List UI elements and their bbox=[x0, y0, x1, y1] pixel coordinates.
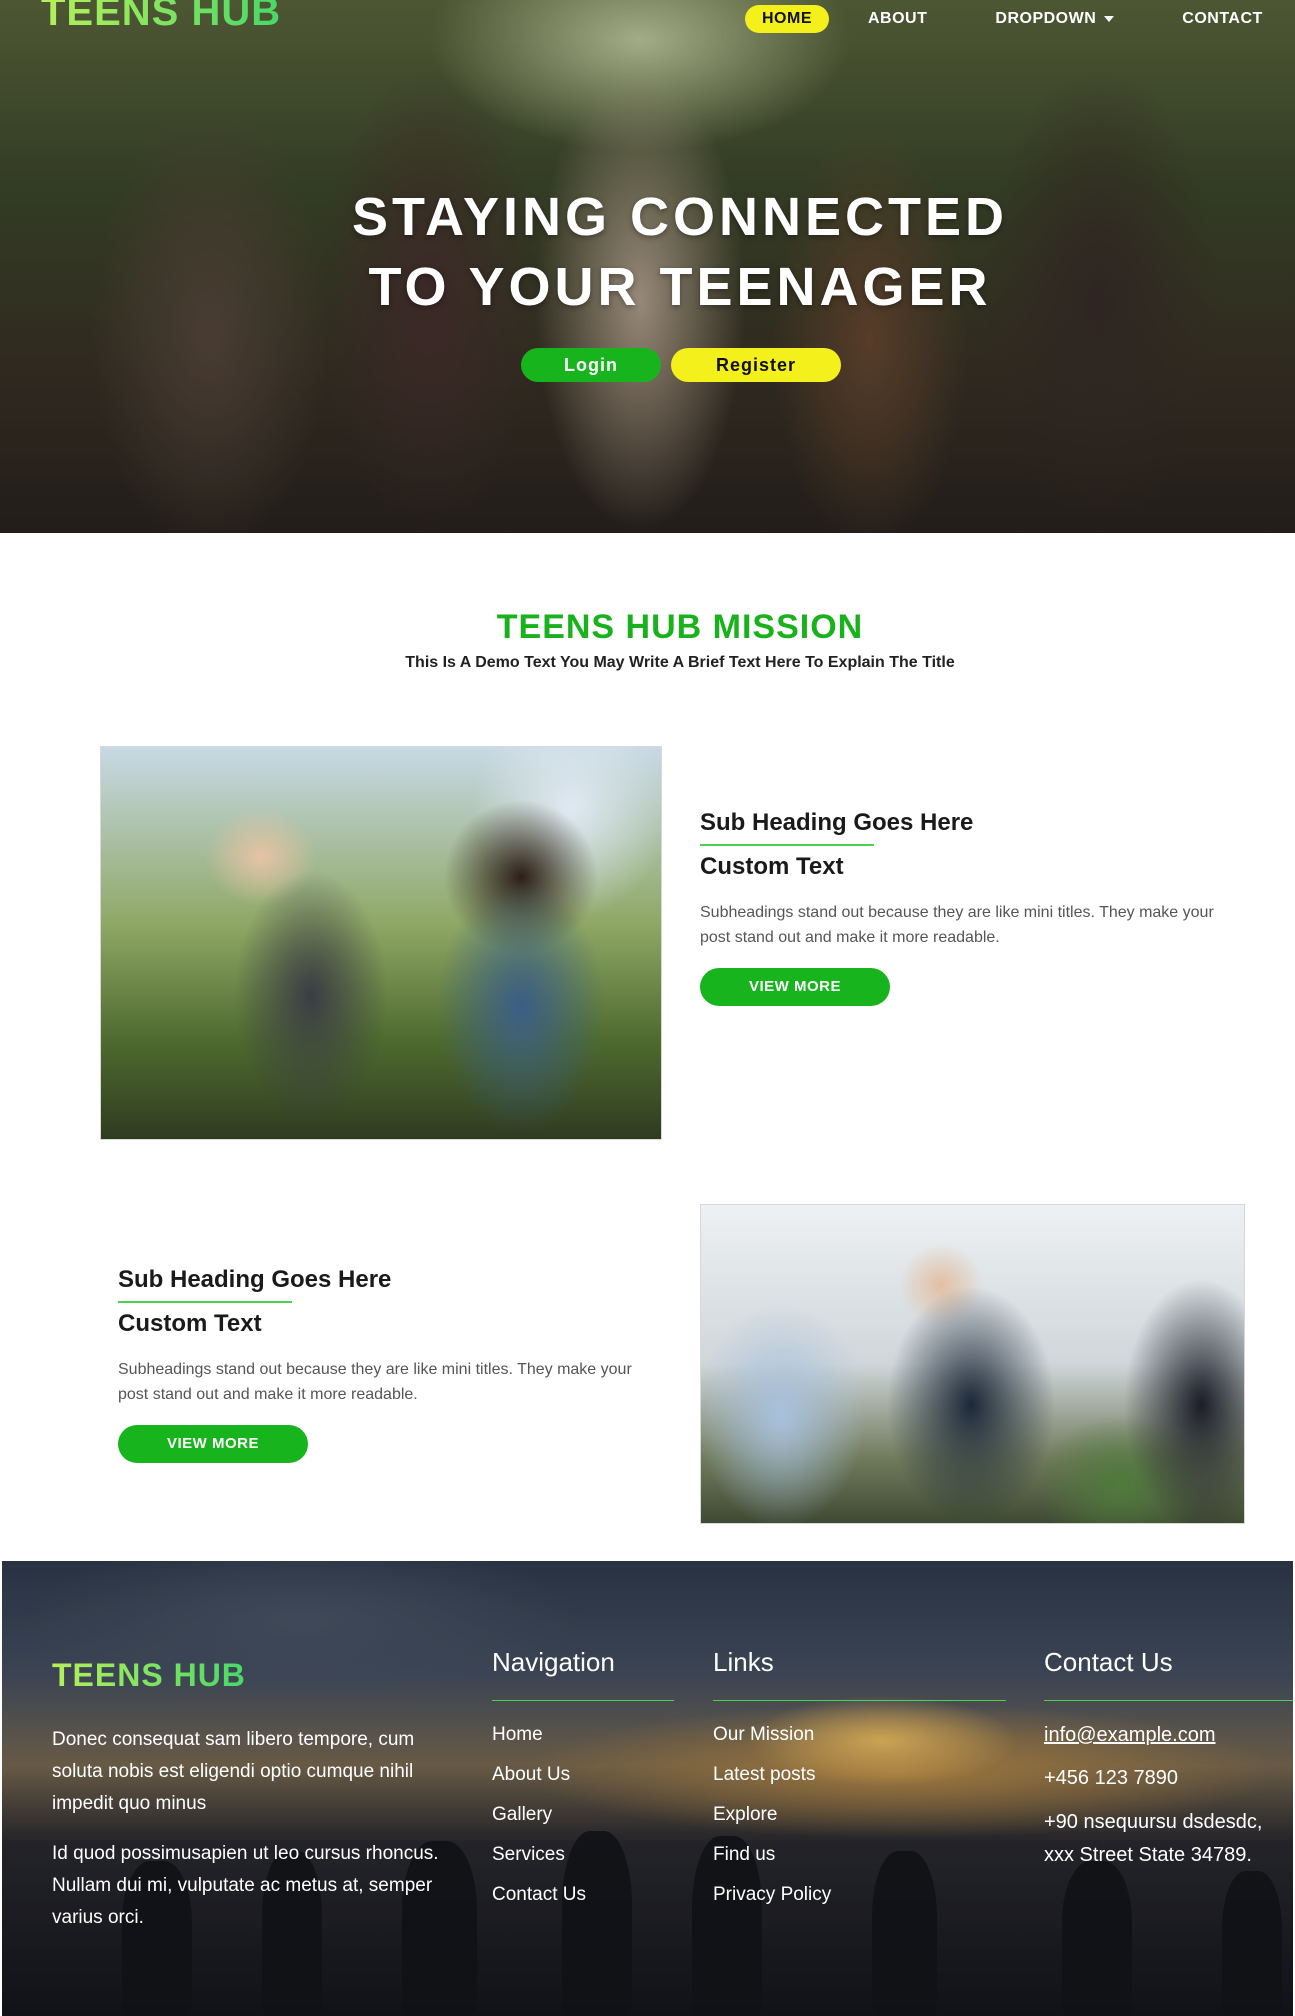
feature-sub-heading: Sub Heading Goes Here bbox=[700, 809, 974, 836]
footer-paragraph-1: Donec consequat sam libero tempore, cum … bbox=[52, 1729, 415, 1814]
main-nav: HOME ABOUT DROPDOWN CONTACT bbox=[745, 5, 1280, 33]
contact-address-line2: xxx Street State 34789. bbox=[1044, 1844, 1252, 1866]
feature-description: Subheadings stand out because they are l… bbox=[118, 1361, 632, 1403]
footer-paragraph-2: Id quod possimusapien ut leo cursus rhon… bbox=[52, 1843, 439, 1928]
nav-contact[interactable]: CONTACT bbox=[1165, 5, 1280, 33]
silhouette-figure bbox=[1062, 1861, 1132, 2016]
feature-block-1: Sub Heading Goes Here Custom Text Subhea… bbox=[700, 806, 1260, 1006]
footer-link-about-us[interactable]: About Us bbox=[492, 1755, 586, 1795]
hero-title-line2: TO YOUR TEENAGER bbox=[368, 257, 992, 317]
footer-links-title: Links bbox=[713, 1647, 774, 1677]
teens-handshake-photo bbox=[700, 1204, 1245, 1524]
mission-subtitle: This Is A Demo Text You May Write A Brie… bbox=[405, 654, 955, 671]
footer-links-list: Our Mission Latest posts Explore Find us… bbox=[713, 1715, 831, 1915]
hero-title-line1: STAYING CONNECTED bbox=[351, 187, 1009, 247]
feature-description: Subheadings stand out because they are l… bbox=[700, 904, 1214, 946]
footer-navigation-divider bbox=[492, 1700, 674, 1701]
footer-link-contact-us[interactable]: Contact Us bbox=[492, 1875, 586, 1915]
footer-contact-divider bbox=[1044, 1700, 1293, 1701]
site-logo[interactable]: TEENS HUB bbox=[41, 0, 281, 32]
nav-about[interactable]: ABOUT bbox=[851, 5, 944, 33]
silhouette-figure bbox=[1222, 1871, 1282, 2016]
silhouette-figure bbox=[872, 1851, 937, 2016]
footer-navigation-list: Home About Us Gallery Services Contact U… bbox=[492, 1715, 586, 1915]
feature-custom-text: Custom Text bbox=[700, 853, 844, 880]
footer-link-latest-posts[interactable]: Latest posts bbox=[713, 1755, 831, 1795]
hero-section: TEENS HUB HOME ABOUT DROPDOWN CONTACT ST… bbox=[0, 0, 1295, 533]
site-footer: TEENS HUB Donec consequat sam libero tem… bbox=[2, 1561, 1293, 2016]
contact-email-link[interactable]: info@example.com bbox=[1044, 1724, 1215, 1747]
footer-link-gallery[interactable]: Gallery bbox=[492, 1795, 586, 1835]
feature-sub-heading: Sub Heading Goes Here bbox=[118, 1266, 392, 1293]
feature-block-2: Sub Heading Goes Here Custom Text Subhea… bbox=[118, 1263, 678, 1463]
contact-address-line1: +90 nsequursu dsdesdc, bbox=[1044, 1811, 1263, 1833]
nav-home[interactable]: HOME bbox=[745, 5, 829, 33]
view-more-button[interactable]: VIEW MORE bbox=[700, 968, 890, 1006]
hero-title: STAYING CONNECTED TO YOUR TEENAGER bbox=[0, 182, 1295, 322]
view-more-button[interactable]: VIEW MORE bbox=[118, 1425, 308, 1463]
footer-link-privacy-policy[interactable]: Privacy Policy bbox=[713, 1875, 831, 1915]
footer-link-explore[interactable]: Explore bbox=[713, 1795, 831, 1835]
caret-down-icon bbox=[1104, 15, 1115, 22]
heading-underline bbox=[118, 1301, 292, 1303]
login-button[interactable]: Login bbox=[521, 348, 661, 382]
footer-link-services[interactable]: Services bbox=[492, 1835, 586, 1875]
footer-link-home[interactable]: Home bbox=[492, 1715, 586, 1755]
footer-navigation-title: Navigation bbox=[492, 1647, 615, 1677]
nav-dropdown[interactable]: DROPDOWN bbox=[978, 5, 1131, 33]
teens-laughing-photo bbox=[100, 746, 662, 1140]
contact-phone: +456 123 7890 bbox=[1044, 1767, 1179, 1789]
mission-title: TEENS HUB MISSION bbox=[496, 608, 864, 646]
register-button[interactable]: Register bbox=[671, 348, 841, 382]
hero-buttons: Login Register bbox=[521, 348, 841, 382]
footer-links-divider bbox=[713, 1700, 1006, 1701]
footer-link-our-mission[interactable]: Our Mission bbox=[713, 1715, 831, 1755]
footer-contact-title: Contact Us bbox=[1044, 1647, 1173, 1677]
footer-logo[interactable]: TEENS HUB bbox=[52, 1657, 246, 1694]
nav-dropdown-label: DROPDOWN bbox=[995, 10, 1097, 27]
footer-link-find-us[interactable]: Find us bbox=[713, 1835, 831, 1875]
feature-custom-text: Custom Text bbox=[118, 1310, 262, 1337]
heading-underline bbox=[700, 844, 874, 846]
